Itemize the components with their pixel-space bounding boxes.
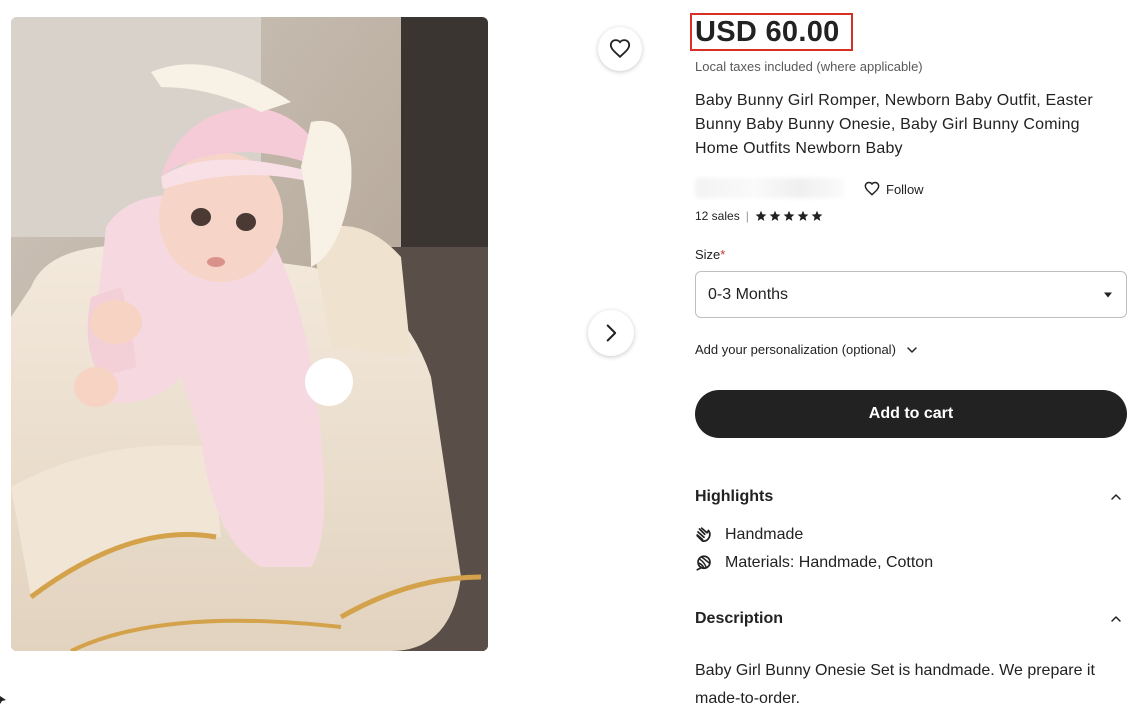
size-label: Size*	[695, 247, 725, 262]
next-image-button[interactable]	[588, 310, 634, 356]
taxes-note: Local taxes included (where applicable)	[695, 59, 923, 74]
highlights-header[interactable]: Highlights	[695, 488, 1122, 506]
yarn-icon	[696, 555, 711, 571]
size-select[interactable]: 0-3 Months	[695, 271, 1127, 318]
highlight-item: Handmade	[695, 526, 803, 544]
favorite-button[interactable]	[598, 27, 642, 71]
shop-name[interactable]	[695, 178, 845, 198]
caret-down-icon	[1104, 292, 1112, 297]
chevron-down-icon	[907, 346, 917, 353]
personalization-label: Add your personalization (optional)	[695, 342, 896, 357]
hand-icon	[696, 527, 711, 543]
sales-rating-row: 12 sales |	[695, 209, 823, 223]
size-label-text: Size	[695, 247, 721, 262]
sales-count: 12 sales	[695, 209, 740, 223]
size-selected-value: 0-3 Months	[708, 285, 789, 303]
cursor-icon	[0, 696, 6, 704]
star-icon	[783, 210, 795, 221]
description-title: Description	[695, 610, 784, 627]
product-title: Baby Bunny Girl Romper, Newborn Baby Out…	[695, 92, 1093, 157]
heart-icon	[609, 39, 631, 59]
heart-outline-icon	[864, 181, 880, 196]
divider: |	[745, 209, 749, 223]
highlight-text: Materials: Handmade, Cotton	[725, 554, 934, 571]
personalization-toggle[interactable]: Add your personalization (optional)	[695, 342, 918, 357]
add-to-cart-label: Add to cart	[868, 405, 954, 422]
star-icon	[797, 210, 809, 221]
required-mark: *	[720, 247, 726, 262]
highlights-title: Highlights	[695, 488, 774, 505]
chevron-right-icon	[606, 324, 617, 342]
description-text: Baby Girl Bunny Onesie Set is handmade. …	[695, 662, 1095, 707]
add-to-cart-button[interactable]: Add to cart	[695, 390, 1127, 438]
highlight-item: Materials: Handmade, Cotton	[695, 554, 933, 572]
star-rating[interactable]	[755, 210, 823, 222]
highlight-text: Handmade	[725, 526, 804, 543]
description-header[interactable]: Description	[695, 610, 1122, 628]
follow-label: Follow	[886, 181, 924, 197]
product-image[interactable]	[11, 17, 488, 651]
price: USD 60.00	[695, 16, 840, 48]
chevron-up-icon	[1111, 616, 1121, 622]
star-icon	[755, 210, 767, 221]
star-icon	[811, 210, 823, 221]
follow-button[interactable]: Follow	[864, 181, 924, 197]
star-icon	[769, 210, 781, 221]
chevron-up-icon	[1111, 494, 1121, 500]
